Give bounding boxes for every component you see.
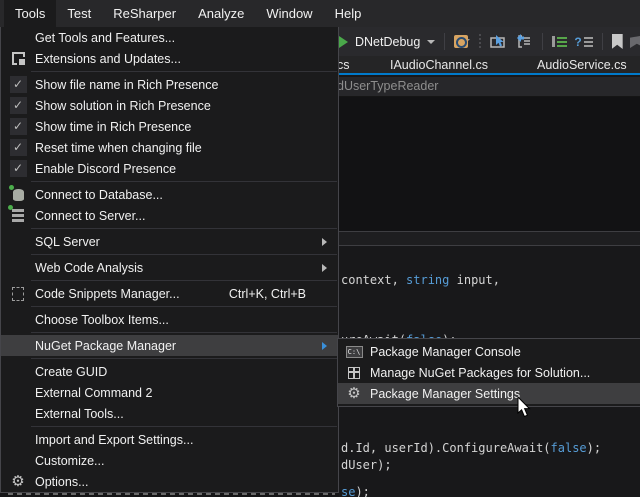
toolbar-separator xyxy=(542,33,543,50)
menu-item-web-code-analysis[interactable]: Web Code Analysis xyxy=(1,257,338,278)
menubar-item-window[interactable]: Window xyxy=(255,0,323,27)
run-config-selector[interactable]: DNetDebug xyxy=(355,35,420,49)
question-icon: ? xyxy=(574,36,581,48)
menu-bar: Tools Test ReSharper Analyze Window Help xyxy=(0,0,640,27)
menu-item-options[interactable]: ⚙ Options... xyxy=(1,471,338,492)
menu-item-sql-server[interactable]: SQL Server xyxy=(1,231,338,252)
snippets-icon xyxy=(12,287,24,301)
menu-separator xyxy=(1,304,338,309)
menu-item-customize[interactable]: Customize... xyxy=(1,450,338,471)
checkmark-icon: ✓ xyxy=(10,76,27,93)
menubar-item-resharper[interactable]: ReSharper xyxy=(102,0,187,27)
package-icon xyxy=(348,367,360,379)
navigate-to-button[interactable] xyxy=(490,34,508,49)
menu-separator xyxy=(1,330,338,335)
format-icon-lines xyxy=(557,37,567,47)
submenu-item-package-manager-settings[interactable]: ⚙ Package Manager Settings xyxy=(338,383,640,404)
prev-bookmark-icon[interactable] xyxy=(630,34,640,49)
toolbar-grip xyxy=(479,34,481,50)
clipped-code-row xyxy=(0,493,339,497)
document-tab-iaudiochannel[interactable]: IAudioChannel.cs xyxy=(390,58,488,72)
menu-separator xyxy=(1,356,338,361)
toolbar-separator xyxy=(444,33,445,50)
lines-icon xyxy=(584,37,593,47)
frame-lines-icon xyxy=(515,34,533,49)
menu-separator xyxy=(1,424,338,429)
attach-search-button[interactable] xyxy=(454,35,470,48)
code-line: se); xyxy=(341,485,370,497)
menu-item-choose-toolbox-items[interactable]: Choose Toolbox Items... xyxy=(1,309,338,330)
menu-separator xyxy=(1,278,338,283)
submenu-item-manage-nuget-packages[interactable]: Manage NuGet Packages for Solution... xyxy=(338,362,640,383)
menu-item-external-command-2[interactable]: External Command 2 xyxy=(1,382,338,403)
code-line: context, string input, xyxy=(341,273,500,287)
menubar-item-tools[interactable]: Tools xyxy=(4,0,56,27)
bookmark-icon[interactable] xyxy=(612,34,623,49)
frame-lines-button[interactable] xyxy=(515,34,533,49)
menubar-item-help[interactable]: Help xyxy=(324,0,373,27)
checkmark-icon: ✓ xyxy=(10,160,27,177)
menubar-item-analyze[interactable]: Analyze xyxy=(187,0,255,27)
chevron-down-icon[interactable] xyxy=(427,40,435,44)
gear-icon: ⚙ xyxy=(11,474,24,489)
start-debug-icon[interactable] xyxy=(339,36,348,48)
submenu-item-package-manager-console[interactable]: C:\ Package Manager Console xyxy=(338,341,640,362)
menu-item-code-snippets-manager[interactable]: Code Snippets Manager... Ctrl+K, Ctrl+B xyxy=(1,283,338,304)
menu-item-enable-discord-presence[interactable]: ✓ Enable Discord Presence xyxy=(1,158,338,179)
menu-separator xyxy=(1,179,338,184)
menu-item-show-file-name[interactable]: ✓ Show file name in Rich Presence xyxy=(1,74,338,95)
nuget-submenu: C:\ Package Manager Console Manage NuGet… xyxy=(337,338,640,407)
checkmark-icon: ✓ xyxy=(10,97,27,114)
mouse-cursor xyxy=(517,397,532,419)
menu-item-nuget-package-manager[interactable]: NuGet Package Manager xyxy=(1,335,338,356)
type-dropdown[interactable]: dUserTypeReader xyxy=(337,79,438,93)
comment-help-button[interactable]: ? xyxy=(574,36,592,48)
format-icon xyxy=(552,36,555,47)
attach-search-icon xyxy=(454,35,468,48)
shortcut-text: Ctrl+K, Ctrl+B xyxy=(229,287,306,301)
menu-item-create-guid[interactable]: Create GUID xyxy=(1,361,338,382)
menu-item-import-and-export-settings[interactable]: Import and Export Settings... xyxy=(1,429,338,450)
gear-icon: ⚙ xyxy=(347,386,360,401)
document-tab-audioservice[interactable]: AudioService.cs xyxy=(537,58,627,72)
code-line: dUser); xyxy=(341,458,392,472)
menu-item-show-solution[interactable]: ✓ Show solution in Rich Presence xyxy=(1,95,338,116)
menu-item-get-tools-and-features[interactable]: Get Tools and Features... xyxy=(1,27,338,48)
menu-separator xyxy=(1,226,338,231)
server-icon xyxy=(12,209,24,222)
menu-separator xyxy=(1,252,338,257)
menu-item-external-tools[interactable]: External Tools... xyxy=(1,403,338,424)
format-document-button[interactable] xyxy=(552,35,567,48)
menubar-item-test[interactable]: Test xyxy=(56,0,102,27)
menu-item-show-time[interactable]: ✓ Show time in Rich Presence xyxy=(1,116,338,137)
checkmark-icon: ✓ xyxy=(10,118,27,135)
submenu-arrow-icon xyxy=(322,342,327,350)
toolbar-separator xyxy=(602,33,603,50)
extensions-icon xyxy=(12,52,25,65)
submenu-arrow-icon xyxy=(322,238,327,246)
submenu-arrow-icon xyxy=(322,264,327,272)
console-icon: C:\ xyxy=(346,346,363,358)
menu-item-connect-to-database[interactable]: Connect to Database... xyxy=(1,184,338,205)
menu-separator xyxy=(1,69,338,74)
tools-menu: Get Tools and Features... Extensions and… xyxy=(0,27,339,493)
pointer-frame-icon xyxy=(490,34,508,49)
menu-item-extensions-and-updates[interactable]: Extensions and Updates... xyxy=(1,48,338,69)
code-line: d.Id, userId).ConfigureAwait(false); xyxy=(341,441,601,455)
menu-item-reset-time[interactable]: ✓ Reset time when changing file xyxy=(1,137,338,158)
menu-item-connect-to-server[interactable]: Connect to Server... xyxy=(1,205,338,226)
database-icon xyxy=(13,189,24,201)
checkmark-icon: ✓ xyxy=(10,139,27,156)
